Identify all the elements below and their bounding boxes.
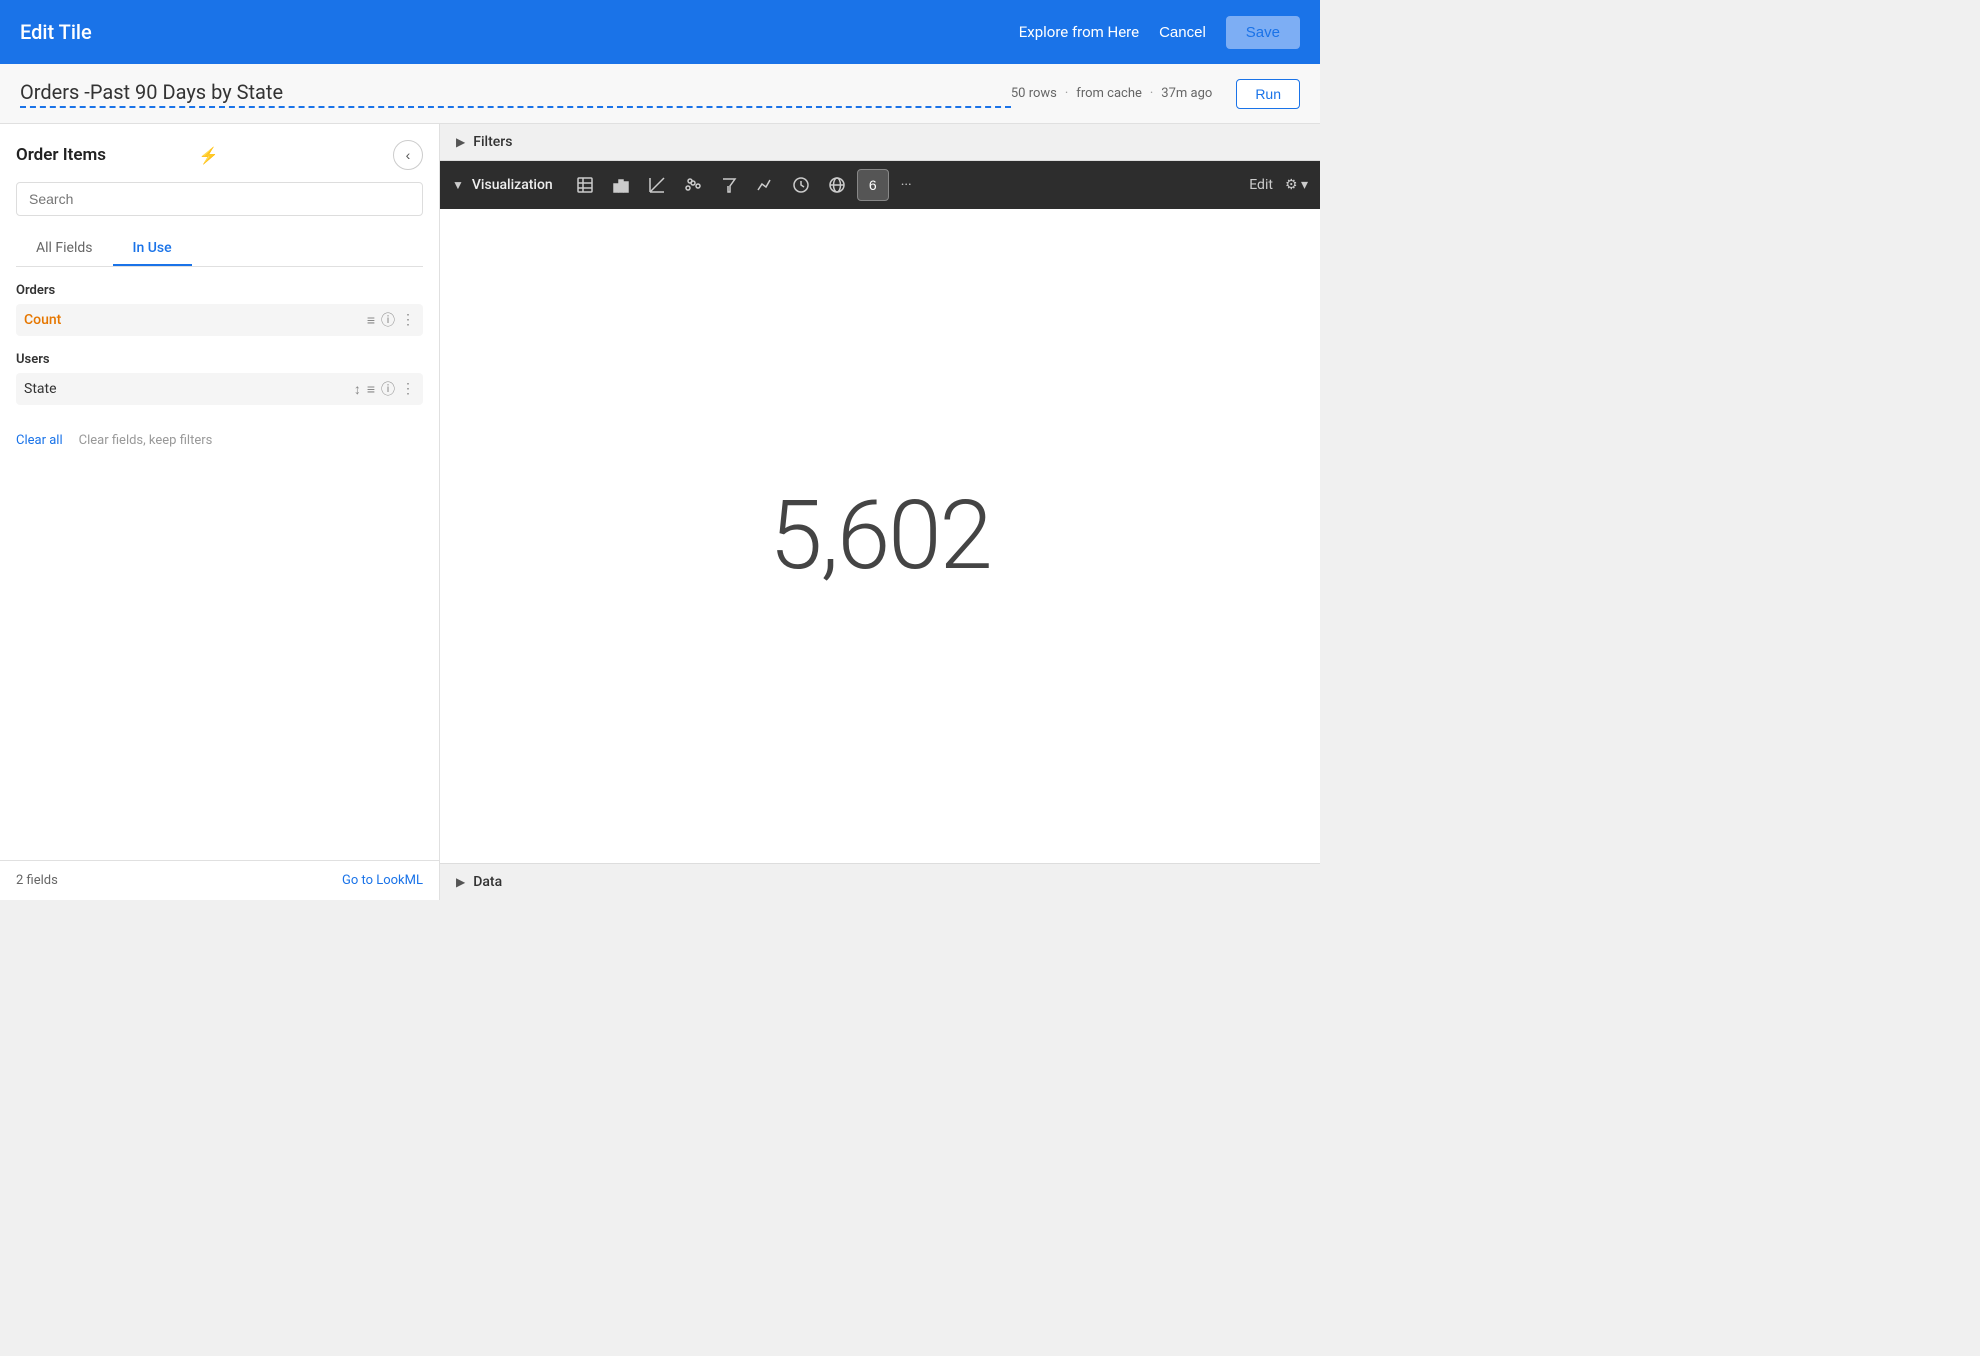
dot-separator-1: · [1065,86,1068,101]
viz-icon-scatter[interactable] [641,169,673,201]
main-layout: Order Items ⚡ ‹ All Fields In Use Orders… [0,124,1320,900]
collapse-panel-button[interactable]: ‹ [393,140,423,170]
clear-fields-link[interactable]: Clear fields, keep filters [79,433,213,448]
cache-status: from cache [1076,86,1142,101]
header: Edit Tile Explore from Here Cancel Save [0,0,1320,64]
viz-icon-single-value[interactable]: 6 [857,169,889,201]
filters-expand-icon[interactable]: ▶ [456,135,465,149]
dot-separator-2: · [1150,86,1153,101]
big-number-value: 5,602 [769,480,990,592]
viz-icon-table[interactable] [569,169,601,201]
more-icon-count[interactable]: ⋮ [401,312,415,328]
users-section-label: Users [16,352,423,367]
subheader: Orders -Past 90 Days by State 50 rows · … [0,64,1320,124]
left-panel: Order Items ⚡ ‹ All Fields In Use Orders… [0,124,440,900]
save-button[interactable]: Save [1226,16,1300,49]
field-count-icons: ≡ ⓘ ⋮ [367,310,415,330]
viz-icon-dots[interactable] [677,169,709,201]
field-state-label[interactable]: State [24,381,354,397]
viz-icon-line[interactable] [749,169,781,201]
field-tabs: All Fields In Use [16,232,423,267]
run-button[interactable]: Run [1236,79,1300,109]
orders-section-label: Orders [16,283,423,298]
data-label: Data [473,874,502,890]
orders-section: Orders Count ≡ ⓘ ⋮ [16,283,423,340]
field-row-count: Count ≡ ⓘ ⋮ [16,304,423,336]
viz-icon-funnel[interactable] [713,169,745,201]
field-state-icons: ↕ ≡ ⓘ ⋮ [354,379,415,399]
info-icon-state[interactable]: ⓘ [381,379,395,399]
viz-settings-icon[interactable]: ⚙ ▾ [1285,177,1308,193]
users-section: Users State ↕ ≡ ⓘ ⋮ [16,352,423,409]
more-icon-state[interactable]: ⋮ [401,381,415,397]
tab-all-fields[interactable]: All Fields [16,232,113,266]
visualization-content: 5,602 [440,209,1320,863]
info-icon-count[interactable]: ⓘ [381,310,395,330]
page-title: Edit Tile [20,20,1019,44]
visualization-toolbar: ▼ Visualization [440,161,1320,209]
search-input[interactable] [16,182,423,216]
lightning-icon: ⚡ [199,146,219,165]
header-actions: Explore from Here Cancel Save [1019,16,1300,49]
viz-label: Visualization [472,177,553,193]
explore-from-here-link[interactable]: Explore from Here [1019,23,1139,41]
clear-all-link[interactable]: Clear all [16,433,63,448]
right-panel: ▶ Filters ▼ Visualization [440,124,1320,900]
panel-title: Order Items [16,145,191,165]
filter-icon-state[interactable]: ≡ [367,381,375,398]
filters-label: Filters [473,134,512,150]
viz-edit-label[interactable]: Edit [1249,177,1273,193]
fields-count: 2 fields [16,873,58,888]
number6-label: 6 [869,177,877,193]
viz-icon-bar[interactable] [605,169,637,201]
go-to-lookml-link[interactable]: Go to LookML [342,873,423,888]
filters-bar: ▶ Filters [440,124,1320,161]
viz-icon-timeline[interactable] [785,169,817,201]
subheader-meta: 50 rows · from cache · 37m ago Run [1011,79,1300,109]
clear-links: Clear all Clear fields, keep filters [16,433,423,448]
row-count: 50 rows [1011,86,1057,101]
pivot-icon-state[interactable]: ↕ [354,381,361,398]
viz-collapse-icon[interactable]: ▼ [452,178,464,192]
cancel-button[interactable]: Cancel [1159,24,1206,41]
data-bar: ▶ Data [440,863,1320,900]
data-expand-icon[interactable]: ▶ [456,875,465,889]
tab-in-use[interactable]: In Use [113,232,192,266]
panel-footer: 2 fields Go to LookML [0,860,439,900]
time-ago: 37m ago [1161,86,1212,101]
filter-icon-count[interactable]: ≡ [367,312,375,329]
field-row-state: State ↕ ≡ ⓘ ⋮ [16,373,423,405]
field-count-label[interactable]: Count [24,312,367,328]
viz-more-icon[interactable]: ··· [901,177,912,193]
query-title[interactable]: Orders -Past 90 Days by State [20,80,1011,108]
panel-header: Order Items ⚡ ‹ [16,140,423,170]
viz-icon-map[interactable] [821,169,853,201]
